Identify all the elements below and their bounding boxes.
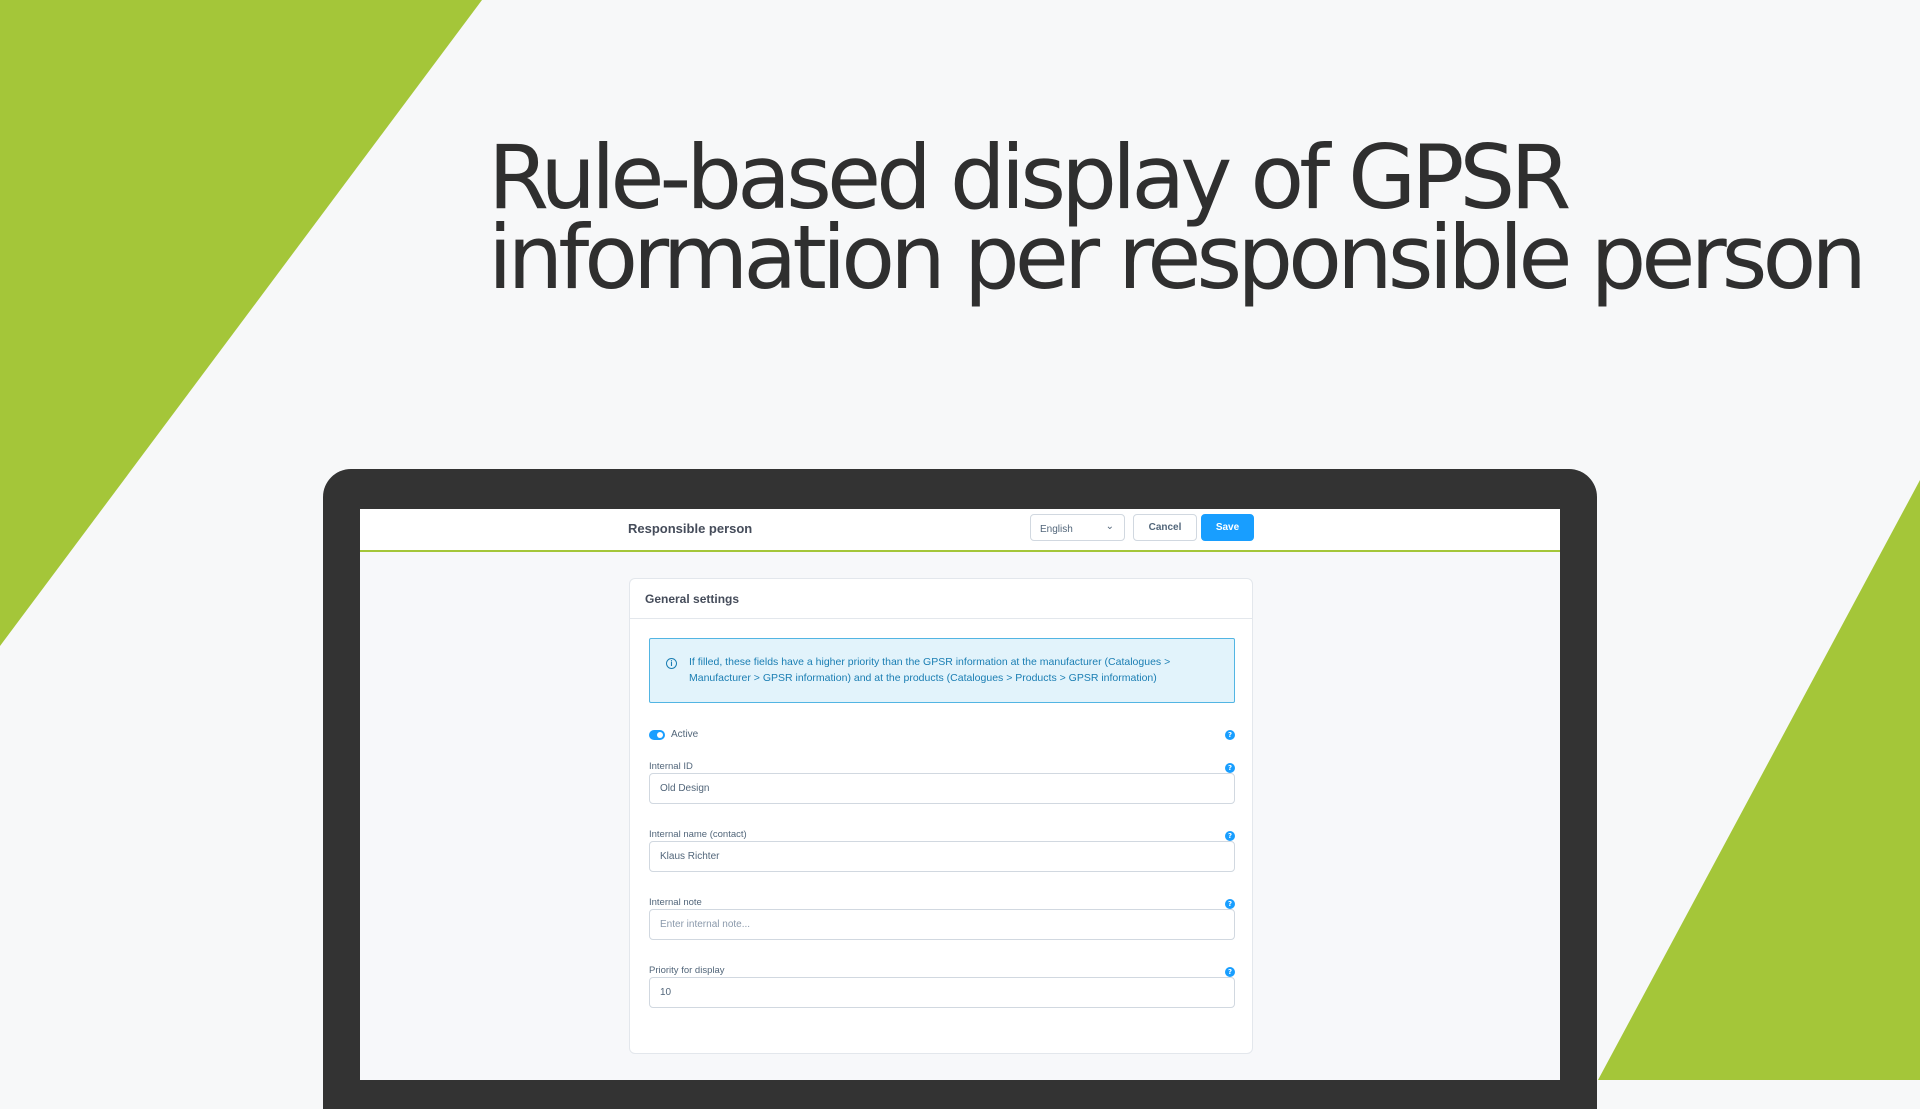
active-toggle-row: Active ? [649, 728, 1235, 744]
info-icon: i [666, 658, 677, 669]
info-alert: i If filled, these fields have a higher … [649, 638, 1235, 703]
cancel-button[interactable]: Cancel [1133, 514, 1197, 541]
internal-note-input[interactable] [649, 909, 1235, 940]
priority-field: Priority for display ? [649, 965, 1235, 1019]
question-icon[interactable]: ? [1225, 899, 1235, 909]
question-icon[interactable]: ? [1225, 730, 1235, 740]
card-title: General settings [630, 579, 1252, 619]
question-icon[interactable]: ? [1225, 831, 1235, 841]
headline-line-2: information per responsible person [488, 206, 1867, 309]
priority-input[interactable] [649, 977, 1235, 1008]
internal-name-input[interactable] [649, 841, 1235, 872]
internal-name-field: Internal name (contact) ? [649, 829, 1235, 883]
language-select[interactable]: English ⌄ [1030, 514, 1125, 541]
chevron-down-icon: ⌄ [1105, 521, 1114, 532]
question-icon[interactable]: ? [1225, 967, 1235, 977]
internal-note-field: Internal note ? [649, 897, 1235, 951]
active-toggle[interactable] [649, 730, 665, 740]
page-title: Responsible person [628, 521, 753, 536]
internal-id-input[interactable] [649, 773, 1235, 804]
internal-note-label: Internal note [649, 897, 702, 908]
app-screen: Responsible person English ⌄ Cancel Save… [360, 509, 1560, 1080]
active-toggle-label: Active [671, 729, 699, 740]
general-settings-card: General settings i If filled, these fiel… [629, 578, 1253, 1054]
top-bar: Responsible person English ⌄ Cancel Save [360, 509, 1560, 552]
priority-label: Priority for display [649, 965, 725, 976]
info-alert-text: If filled, these fields have a higher pr… [689, 656, 1171, 684]
headline: Rule-based display of GPSR information p… [488, 134, 1868, 309]
toggle-knob [657, 732, 663, 738]
language-select-value: English [1040, 524, 1073, 535]
question-icon[interactable]: ? [1225, 763, 1235, 773]
internal-name-label: Internal name (contact) [649, 829, 747, 840]
green-shape-right [1598, 480, 1920, 1080]
save-button[interactable]: Save [1201, 514, 1254, 541]
internal-id-field: Internal ID ? [649, 761, 1235, 815]
internal-id-label: Internal ID [649, 761, 693, 772]
